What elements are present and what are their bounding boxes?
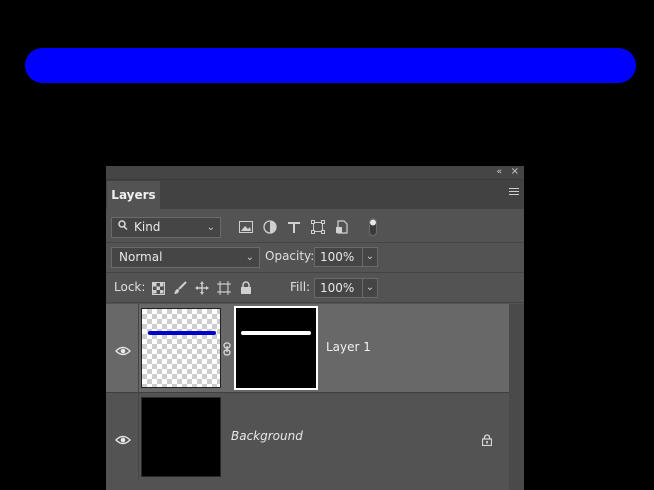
opacity-label: Opacity: bbox=[265, 249, 315, 263]
mask-stroke bbox=[241, 331, 311, 335]
layers-panel: « × Layers Kind ⌄ Normal ⌄ Opacity: 100%… bbox=[106, 166, 524, 490]
layer-row-layer-1[interactable]: Layer 1 bbox=[106, 304, 509, 392]
filter-row: Kind ⌄ bbox=[106, 214, 524, 243]
fill-input[interactable]: 100% bbox=[314, 278, 363, 298]
divider bbox=[138, 393, 139, 481]
chevron-down-icon: ⌄ bbox=[206, 222, 215, 233]
type-filter-icon[interactable] bbox=[286, 219, 302, 235]
lock-image-pixels-icon[interactable] bbox=[172, 280, 188, 296]
close-panel-icon[interactable]: × bbox=[511, 166, 519, 178]
lock-icon[interactable] bbox=[481, 431, 493, 447]
panel-tab-bar: Layers bbox=[106, 180, 524, 209]
filter-toggle-icon[interactable] bbox=[369, 218, 377, 236]
layers-scrollbar[interactable] bbox=[509, 304, 524, 490]
lock-transparent-pixels-icon[interactable] bbox=[150, 280, 166, 296]
layer-thumbnail[interactable] bbox=[141, 397, 221, 477]
layer-name[interactable]: Layer 1 bbox=[326, 340, 371, 354]
blend-row: Normal ⌄ Opacity: 100% ⌄ bbox=[106, 244, 524, 273]
lock-row: Lock: Fill: 100% ⌄ bbox=[106, 274, 524, 303]
link-icon[interactable] bbox=[223, 341, 231, 356]
chevron-down-icon: ⌄ bbox=[245, 252, 254, 263]
eye-icon[interactable] bbox=[115, 431, 131, 445]
lock-artboard-icon[interactable] bbox=[216, 280, 232, 296]
lock-position-icon[interactable] bbox=[194, 280, 210, 296]
blend-mode-value: Normal bbox=[119, 250, 163, 264]
filter-kind-dropdown[interactable]: Kind ⌄ bbox=[111, 217, 221, 238]
tab-layers[interactable]: Layers bbox=[107, 181, 160, 209]
image-filter-icon[interactable] bbox=[238, 219, 254, 235]
opacity-input[interactable]: 100% bbox=[314, 247, 363, 267]
panel-title-bar: « × bbox=[106, 166, 524, 180]
layer-row-background[interactable]: Background bbox=[106, 393, 509, 481]
lock-label: Lock: bbox=[114, 280, 146, 294]
fill-label: Fill: bbox=[290, 280, 311, 294]
canvas-blue-stroke bbox=[25, 48, 636, 83]
collapse-panel-icon[interactable]: « bbox=[496, 167, 502, 178]
layer-mask-thumbnail[interactable] bbox=[234, 306, 318, 390]
layer-thumbnail[interactable] bbox=[141, 308, 221, 388]
divider bbox=[138, 304, 139, 392]
panel-menu-icon[interactable] bbox=[509, 188, 519, 197]
lock-all-icon[interactable] bbox=[238, 280, 254, 296]
adjustment-filter-icon[interactable] bbox=[262, 219, 278, 235]
shape-filter-icon[interactable] bbox=[310, 219, 326, 235]
fill-slider-button[interactable]: ⌄ bbox=[362, 278, 378, 298]
search-icon bbox=[118, 218, 128, 237]
blend-mode-dropdown[interactable]: Normal ⌄ bbox=[111, 247, 260, 268]
layer-name[interactable]: Background bbox=[231, 429, 303, 443]
thumbnail-stroke bbox=[148, 331, 216, 335]
filter-kind-label: Kind bbox=[134, 220, 161, 234]
eye-icon[interactable] bbox=[115, 342, 131, 356]
smart-object-filter-icon[interactable] bbox=[334, 219, 350, 235]
opacity-slider-button[interactable]: ⌄ bbox=[362, 247, 378, 267]
